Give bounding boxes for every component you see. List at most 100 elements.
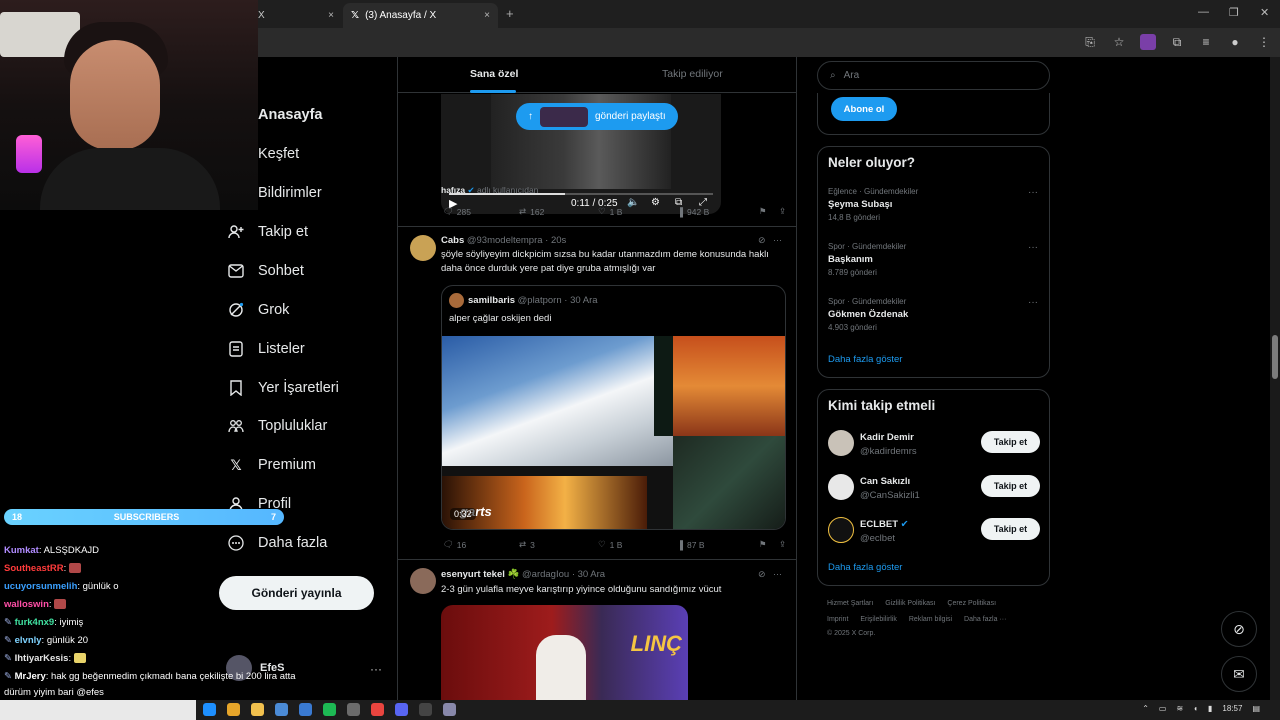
quoted-post[interactable]: samilbaris @platporn · 30 Ara alper çağl… [441,285,786,530]
profile-icon[interactable]: ● [1227,34,1243,50]
trends-show-more-link[interactable]: Daha fazla göster [828,354,902,365]
edge-icon[interactable] [203,703,216,716]
minimize-button[interactable]: — [1198,6,1209,18]
trend-more-button[interactable]: ··· [1028,242,1038,253]
bookmark-button[interactable]: ⚑ [759,206,779,217]
post-image[interactable]: LINÇ [441,605,688,703]
copilot-icon[interactable] [227,703,240,716]
repost-button[interactable]: ⇄ 162 [519,206,598,217]
app-icon[interactable] [347,703,360,716]
post-time[interactable]: · 30 Ara [572,569,605,580]
notes-icon[interactable] [443,703,456,716]
trend-more-button[interactable]: ··· [1028,187,1038,198]
display-icon[interactable]: ▭ [1159,704,1167,713]
trend-item[interactable]: Eğlence · Gündemdekiler Şeyma Subaşı 14,… [828,187,1040,222]
clock[interactable]: 18:57 [1222,704,1242,713]
new-posts-pill[interactable]: ↑ gönderi paylaştı [516,103,678,130]
footer-link[interactable]: Reklam bilgisi [909,616,952,623]
like-button[interactable]: ♡ 1 B [598,206,677,217]
tab-x[interactable]: X × [250,3,342,28]
browser-menu-icon[interactable]: ⋮ [1256,34,1272,50]
post-handle[interactable]: @ardagIou [522,569,569,580]
avatar[interactable] [410,568,436,594]
sidebar-item-communities[interactable]: Topluluklar [228,418,327,434]
star-icon[interactable]: ☆ [1111,34,1127,50]
taskbar-search[interactable] [0,700,196,720]
sidebar-item-more[interactable]: Daha fazla [228,535,327,551]
sidebar-item-grok[interactable]: Grok [228,302,289,318]
footer-link[interactable]: Imprint [827,616,848,623]
follow-suggestion[interactable]: Kadir Demir @kadirdemrs Takip et [828,430,1040,460]
footer-link[interactable]: Çerez Politikası [947,600,996,607]
reply-button[interactable]: 🗨 285 [442,206,519,217]
footer-link[interactable]: Erişilebilirlik [860,616,897,623]
reply-button[interactable]: 🗨 16 [442,539,519,550]
bookmark-button[interactable]: ⚑ [759,539,779,550]
messages-float-button[interactable]: ✉ [1221,656,1257,692]
footer-link[interactable]: Hizmet Şartları [827,600,873,607]
extension-badge-icon[interactable] [1140,34,1156,50]
grok-icon[interactable]: ⊘ [758,569,766,579]
post-time[interactable]: · 20s [545,235,566,246]
search-input[interactable]: ⌕ Ara [817,61,1050,90]
outlook-icon[interactable] [275,703,288,716]
tab-anasayfa[interactable]: 𝕏 (3) Anasayfa / X × [343,3,498,28]
trend-item[interactable]: Spor · Gündemdekiler Gökmen Özdenak 4.90… [828,297,1040,332]
tab-close-button[interactable]: × [484,10,490,21]
more-icon[interactable]: ··· [773,569,782,579]
extensions-icon[interactable]: ⧉ [1169,34,1185,50]
scrollbar-thumb[interactable] [1272,335,1278,379]
sidebar-item-bookmarks[interactable]: Yer İşaretleri [228,380,339,396]
views-button[interactable]: ▐ 87 B [677,539,759,550]
notification-icon[interactable]: ▤ [1252,704,1260,713]
follow-suggestion[interactable]: ECLBET ✔ @eclbet Takip et [828,517,1040,547]
more-icon[interactable]: ··· [773,235,782,245]
battery-icon[interactable]: ▮ [1208,704,1212,713]
network-icon[interactable]: ≋ [1176,704,1183,713]
sidebar-item-follow[interactable]: Takip et [228,224,308,240]
follow-suggestion[interactable]: Can Sakızlı @CanSakizli1 Takip et [828,474,1040,504]
obs-icon[interactable] [419,703,432,716]
sidebar-item-messages[interactable]: Sohbet [228,263,304,279]
post-handle[interactable]: @93modeltempra [467,235,543,246]
tab-close-button[interactable]: × [328,10,334,21]
repost-button[interactable]: ⇄ 3 [519,539,598,550]
subscribe-button[interactable]: Abone ol [831,97,897,121]
avatar[interactable] [410,235,436,261]
follow-button[interactable]: Takip et [981,475,1040,497]
footer-link[interactable]: Gizlilik Politikası [885,600,935,607]
post-author[interactable]: Cabs [441,235,464,246]
folder-icon[interactable] [251,703,264,716]
discord-icon[interactable] [395,703,408,716]
spotify-icon[interactable] [323,703,336,716]
views-button[interactable]: ▐ 942 B [677,206,759,217]
store-icon[interactable] [299,703,312,716]
sidebar-item-premium[interactable]: 𝕏 Premium [228,457,316,474]
new-tab-button[interactable]: + [506,6,514,21]
quoted-video[interactable]: garts 0:32 [442,336,785,529]
grok-float-button[interactable]: ⊘ [1221,611,1257,647]
follow-button[interactable]: Takip et [981,518,1040,540]
volume-icon[interactable]: ◖ [1193,704,1198,713]
sidebar-item-lists[interactable]: Listeler [228,341,305,357]
tab-for-you[interactable]: Sana özel [470,68,518,80]
install-app-icon[interactable]: ⎘ [1082,34,1098,50]
post-button[interactable]: Gönderi yayınla [219,576,374,610]
share-button[interactable]: ⇪ [779,206,786,217]
close-window-button[interactable]: ✕ [1260,6,1269,19]
account-more-button[interactable]: ··· [370,662,382,676]
media-control-icon[interactable]: ≡ [1198,34,1214,50]
page-scrollbar[interactable] [1270,57,1280,703]
chevron-up-icon[interactable]: ⌃ [1142,704,1149,713]
who-show-more-link[interactable]: Daha fazla göster [828,562,902,573]
like-button[interactable]: ♡ 1 B [598,539,677,550]
tab-following[interactable]: Takip ediliyor [662,68,723,80]
post-author[interactable]: esenyurt tekel ☘️ [441,569,519,580]
grok-icon[interactable]: ⊘ [758,235,766,245]
chrome-icon[interactable] [371,703,384,716]
trend-item[interactable]: Spor · Gündemdekiler Başkanım 8.789 gönd… [828,242,1040,277]
trend-more-button[interactable]: ··· [1028,297,1038,308]
follow-button[interactable]: Takip et [981,431,1040,453]
footer-link[interactable]: Daha fazla ··· [964,616,1006,623]
maximize-button[interactable]: ❐ [1229,6,1239,19]
